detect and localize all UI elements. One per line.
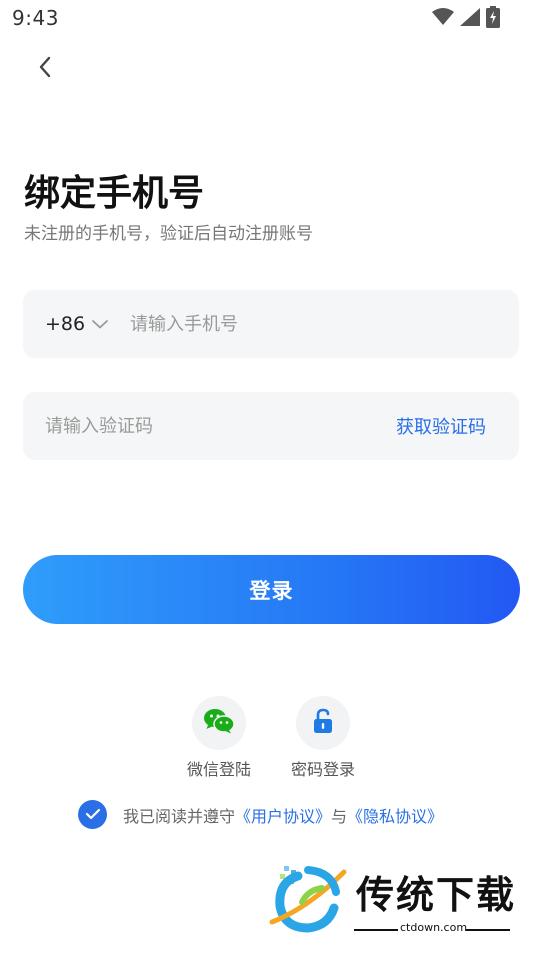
- watermark: 传统下载 ctdown.com: [268, 862, 518, 942]
- status-icons: [432, 6, 500, 32]
- watermark-logo-icon: [268, 862, 348, 942]
- watermark-divider-left: [354, 929, 398, 931]
- privacy-agreement-link[interactable]: 《隐私协议》: [347, 807, 443, 826]
- agreement-checkbox[interactable]: [78, 800, 107, 829]
- verification-code-input[interactable]: [45, 392, 365, 460]
- page-subtitle: 未注册的手机号，验证后自动注册账号: [24, 224, 313, 244]
- watermark-divider-right: [466, 929, 510, 931]
- chevron-left-icon: [38, 56, 52, 82]
- checkmark-icon: [85, 805, 101, 824]
- wechat-login-button[interactable]: 微信登陆: [169, 696, 269, 780]
- country-code-selector[interactable]: +86: [45, 290, 109, 358]
- password-login-button[interactable]: 密码登录: [273, 696, 373, 780]
- unlock-icon: [312, 708, 334, 738]
- phone-field: +86: [23, 290, 519, 358]
- wifi-icon: [432, 8, 454, 30]
- cell-signal-icon: [460, 8, 480, 30]
- country-code: +86: [45, 313, 86, 335]
- page-title: 绑定手机号: [24, 173, 205, 214]
- unlock-icon-circle: [296, 696, 350, 750]
- get-code-button[interactable]: 获取验证码: [396, 392, 486, 460]
- phone-input[interactable]: [130, 290, 500, 358]
- bind-phone-screen: 9:43 绑定手机号 未注册的手机号，验证后自动注册账号 +86 请输入手机号 …: [0, 0, 540, 960]
- password-login-label: 密码登录: [290, 760, 355, 779]
- status-bar: 9:43: [0, 0, 540, 36]
- agreement-row: 我已阅读并遵守《用户协议》与《隐私协议》: [78, 800, 443, 829]
- wechat-icon: [203, 708, 235, 738]
- wechat-icon-circle: [192, 696, 246, 750]
- status-time: 9:43: [12, 6, 59, 30]
- agreement-prefix: 我已阅读并遵守: [123, 806, 236, 826]
- back-button[interactable]: [28, 52, 62, 86]
- chevron-down-icon: [91, 315, 109, 334]
- battery-charging-icon: [486, 6, 500, 32]
- watermark-text: 传统下载: [356, 873, 517, 917]
- user-agreement-link[interactable]: 《用户协议》: [235, 807, 331, 826]
- login-button[interactable]: 登录: [23, 555, 520, 624]
- wechat-login-label: 微信登陆: [186, 760, 251, 779]
- verification-code-field: 获取验证码: [23, 392, 519, 460]
- agreement-text: 我已阅读并遵守《用户协议》与《隐私协议》: [123, 803, 443, 827]
- watermark-url: ctdown.com: [400, 921, 468, 934]
- agreement-connector: 与: [331, 806, 348, 826]
